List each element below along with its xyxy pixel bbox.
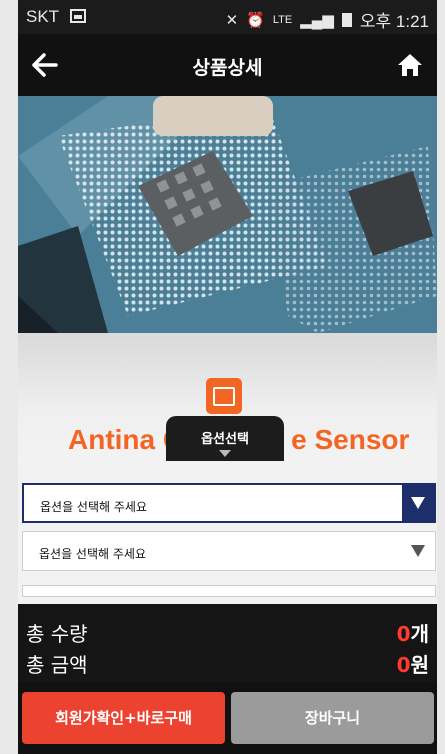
mute-icon: ✕ — [225, 11, 239, 29]
battery-icon — [341, 12, 352, 27]
option-select-tab[interactable]: 옵션선택 — [166, 416, 284, 464]
totals-panel: 총 수량 0개 총 금액 0원 — [18, 604, 437, 682]
option-select-2[interactable]: 옵션을 선택해 주세요 — [22, 531, 436, 571]
home-icon — [398, 54, 422, 76]
option-select-1-text: 옵션을 선택해 주세요 — [40, 500, 147, 514]
page-title: 상품상세 — [192, 57, 263, 79]
frame-edge-left — [0, 0, 18, 754]
total-quantity-row: 총 수량 0개 — [26, 618, 429, 646]
app-frame: SKT ✕ ⏰ LTE ▂▄▆ 오후 1:21 상품상세 Antina C e … — [0, 0, 445, 754]
total-amount-label: 총 금액 — [26, 653, 88, 677]
alarm-icon: ⏰ — [246, 11, 265, 29]
total-amount-value: 0원 — [397, 649, 429, 678]
signal-icon: ▂▄▆ — [300, 11, 334, 29]
carrier-label: SKT — [26, 7, 60, 26]
app-header: 상품상세 — [18, 34, 437, 96]
product-caption-right: e Sensor — [291, 424, 410, 455]
total-quantity-number: 0 — [396, 622, 411, 646]
option-select-1[interactable]: 옵션을 선택해 주세요 — [22, 483, 436, 523]
home-button[interactable] — [393, 48, 427, 82]
cart-button[interactable]: 장바구니 — [231, 692, 434, 744]
gallery-icon — [70, 9, 86, 23]
bottom-action-bar: 회원가확인+바로구매 장바구니 — [18, 682, 437, 754]
total-quantity-value: 0개 — [397, 618, 429, 647]
total-amount-unit: 원 — [410, 653, 429, 677]
frame-edge-right — [437, 0, 445, 754]
status-bar: SKT ✕ ⏰ LTE ▂▄▆ 오후 1:21 — [18, 0, 437, 34]
dropdown-caret-icon — [411, 545, 425, 557]
buy-now-button[interactable]: 회원가확인+바로구매 — [22, 692, 225, 744]
status-right: ✕ ⏰ LTE ▂▄▆ 오후 1:21 — [226, 7, 429, 32]
phone-screen: SKT ✕ ⏰ LTE ▂▄▆ 오후 1:21 상품상세 Antina C e … — [18, 0, 437, 754]
chevron-down-icon — [219, 450, 231, 457]
selected-options-list — [22, 585, 436, 597]
option-select-2-text: 옵션을 선택해 주세요 — [39, 547, 146, 561]
total-quantity-unit: 개 — [410, 622, 429, 646]
product-image: Antina Ce Sensor — [18, 96, 437, 461]
image-icon — [206, 378, 242, 414]
option-panel: 옵션을 선택해 주세요 옵션을 선택해 주세요 — [18, 461, 437, 604]
total-amount-row: 총 금액 0원 — [26, 649, 429, 677]
option-tab-label: 옵션선택 — [201, 432, 249, 447]
total-amount-number: 0 — [396, 653, 411, 677]
status-time: 오후 1:21 — [359, 12, 429, 31]
dropdown-caret-icon — [402, 485, 434, 521]
total-quantity-label: 총 수량 — [26, 622, 88, 646]
network-label: LTE — [272, 13, 293, 26]
chip-illustration — [18, 96, 437, 333]
chip-photo — [18, 96, 437, 333]
